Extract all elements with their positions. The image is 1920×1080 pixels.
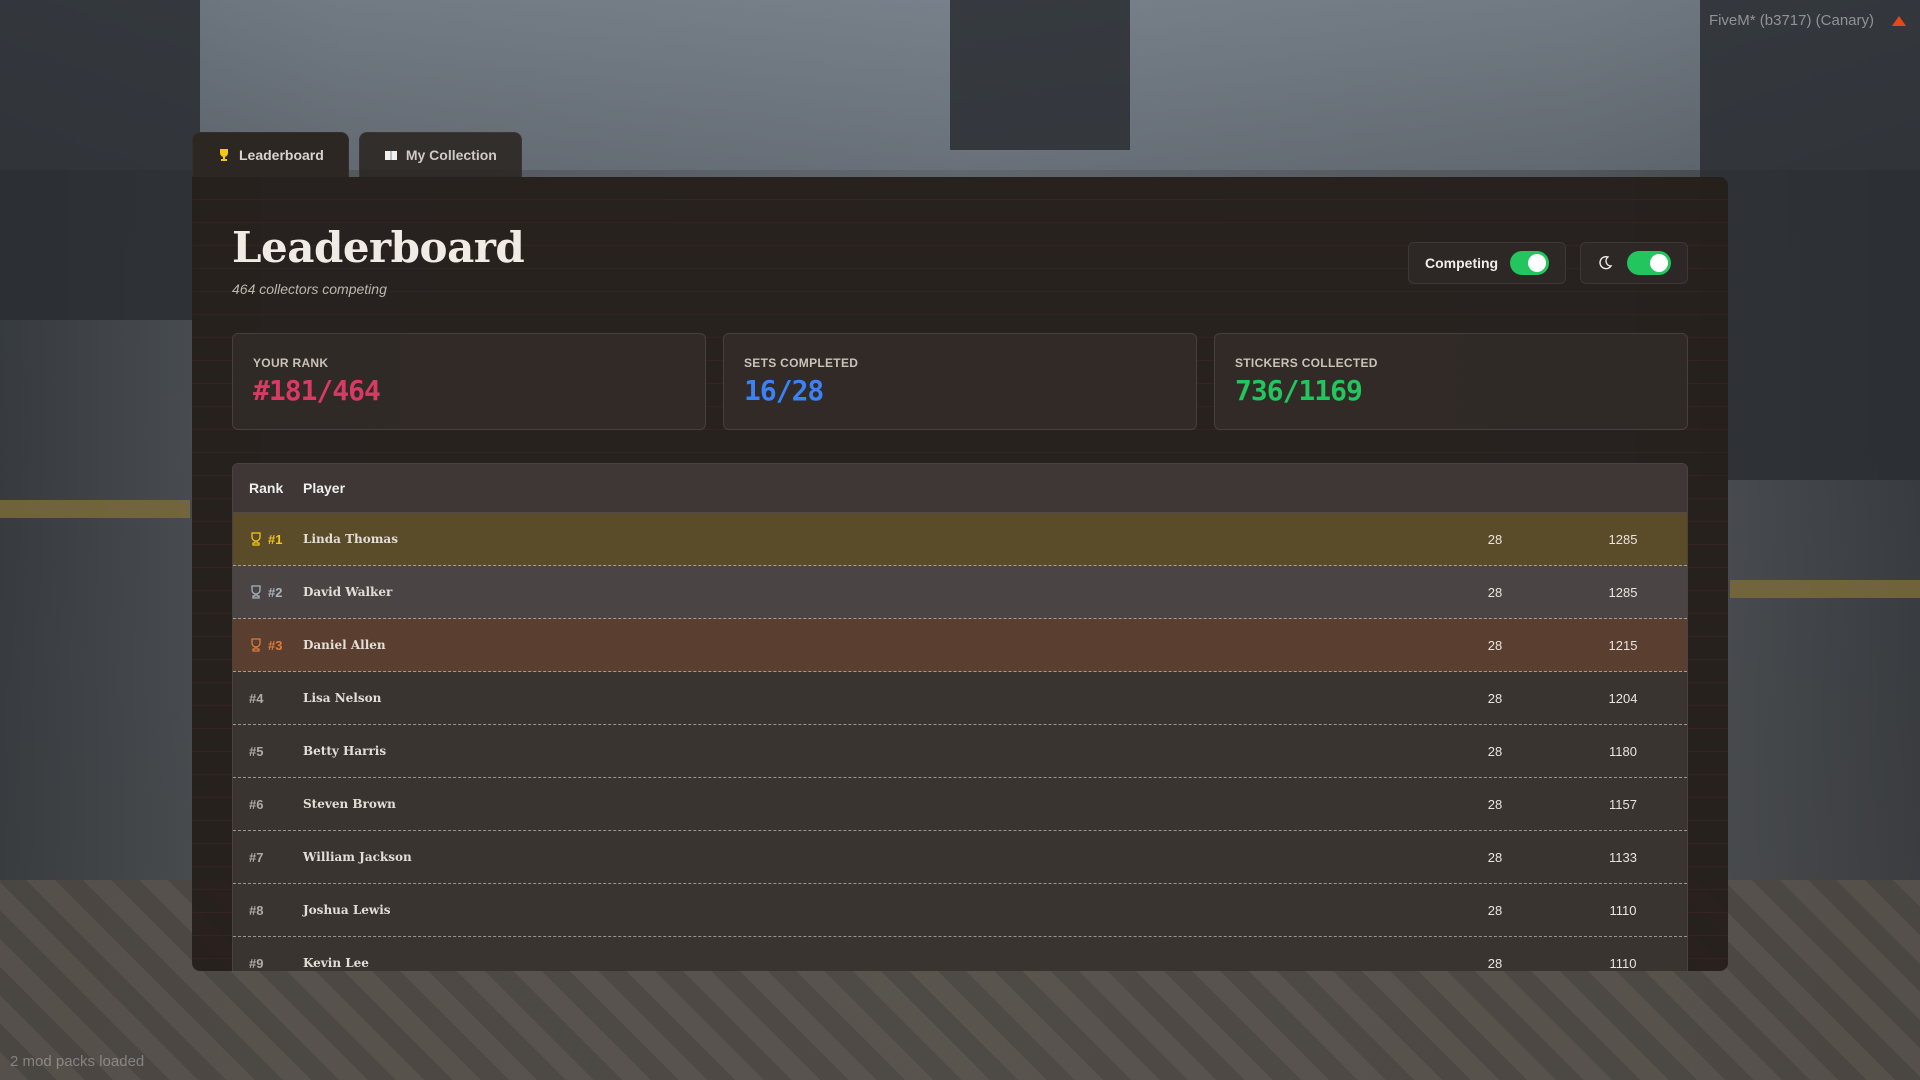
rank-cell: #3 [233,638,303,653]
table-row[interactable]: #9 Kevin Lee 28 1110 [233,937,1687,971]
player-name: Steven Brown [303,797,396,811]
railing-right [1730,580,1920,598]
tab-my-collection-label: My Collection [405,147,497,163]
rank-cell: #8 [233,903,303,918]
competing-toggle[interactable] [1510,251,1549,275]
player-name: Betty Harris [303,744,387,758]
rank-cell: #6 [233,797,303,812]
rank-label: #5 [249,743,264,759]
table-row[interactable]: #3 Daniel Allen 28 1215 [233,619,1687,672]
your-rank-card: YOUR RANK #181/464 [232,333,706,430]
tab-my-collection[interactable]: My Collection [358,132,522,177]
sets-completed-card: SETS COMPLETED 16/28 [723,333,1197,430]
player-name: William Jackson [303,850,412,864]
rank-label: #1 [268,531,283,547]
trophy-icon [220,149,228,161]
gold-trophy-icon [251,532,261,546]
book-icon [384,151,397,160]
rank-label: #4 [249,690,264,706]
rank-cell: #1 [233,532,303,547]
tab-bar: Leaderboard My Collection [192,132,522,177]
sets-value: 28 [1487,690,1503,706]
player-name: Linda Thomas [303,532,398,546]
player-name: Lisa Nelson [303,691,382,705]
stickers-value: 1215 [1608,637,1638,653]
stickers-value: 1285 [1608,531,1638,547]
your-rank-label: YOUR RANK [253,356,329,370]
table-row[interactable]: #5 Betty Harris 28 1180 [233,725,1687,778]
table-header: Rank Player [233,464,1687,513]
rank-label: #8 [249,902,264,918]
stickers-value: 1204 [1608,690,1638,706]
table-row[interactable]: #2 David Walker 28 1285 [233,566,1687,619]
stickers-value: 1180 [1609,743,1637,759]
bronze-trophy-icon [251,638,261,652]
rank-label: #6 [249,796,264,812]
dark-mode-toggle[interactable] [1627,251,1671,275]
fivem-logo-icon [1892,16,1906,26]
competing-control: Competing [1408,242,1566,284]
page-title: Leaderboard [232,223,525,272]
sets-value: 28 [1487,902,1503,918]
table-row[interactable]: #8 Joshua Lewis 28 1110 [233,884,1687,937]
table-body: #1 Linda Thomas 28 1285 #2 David Walker 28 1285… [233,513,1687,971]
player-name: Joshua Lewis [303,903,391,917]
rank-cell: #2 [233,585,303,600]
leaderboard-panel: Leaderboard 464 collectors competing Com… [192,177,1728,971]
sets-value: 28 [1487,637,1503,653]
table-row[interactable]: #7 William Jackson 28 1133 [233,831,1687,884]
moon-icon [1599,255,1613,270]
sets-completed-label: SETS COMPLETED [744,356,859,370]
tab-leaderboard-label: Leaderboard [239,147,324,163]
player-name: David Walker [303,585,393,599]
table-row[interactable]: #4 Lisa Nelson 28 1204 [233,672,1687,725]
fivem-watermark: FiveM* (b3717) (Canary) [1708,12,1874,29]
silver-trophy-icon [251,585,261,599]
building-right [1700,0,1920,480]
sets-value: 28 [1487,743,1503,759]
rank-cell: #9 [233,956,303,971]
railing-left [0,500,190,518]
rank-label: #9 [249,955,264,971]
rank-label: #7 [249,849,264,865]
tab-leaderboard[interactable]: Leaderboard [192,132,349,177]
building-center [950,0,1130,150]
stickers-collected-card: STICKERS COLLECTED 736/1169 [1214,333,1688,430]
sets-value: 28 [1487,796,1503,812]
sets-value: 28 [1487,955,1503,971]
stickers-collected-value: 736/1169 [1235,374,1363,407]
table-row[interactable]: #6 Steven Brown 28 1157 [233,778,1687,831]
header-player[interactable]: Player [303,480,1431,496]
sets-value: 28 [1487,584,1503,600]
mod-packs-status: 2 mod packs loaded [10,1053,145,1070]
sets-value: 28 [1487,849,1503,865]
collectors-count: 464 collectors competing [232,281,387,297]
competing-label: Competing [1425,255,1499,271]
stickers-value: 1285 [1608,584,1638,600]
theme-control [1580,242,1688,284]
rank-cell: #4 [233,691,303,706]
rank-cell: #7 [233,850,303,865]
stickers-collected-label: STICKERS COLLECTED [1235,356,1378,370]
sets-value: 28 [1487,531,1503,547]
sets-completed-value: 16/28 [744,374,824,407]
player-name: Kevin Lee [303,956,369,970]
rank-label: #3 [268,637,283,653]
rank-cell: #5 [233,744,303,759]
leaderboard-table: Rank Player #1 Linda Thomas 28 1285 #2 David … [232,463,1688,971]
table-row[interactable]: #1 Linda Thomas 28 1285 [233,513,1687,566]
stickers-value: 1110 [1609,955,1637,971]
stickers-value: 1133 [1609,849,1637,865]
player-name: Daniel Allen [303,638,386,652]
stickers-value: 1157 [1609,796,1637,812]
your-rank-value: #181/464 [253,374,381,407]
building-left [0,0,200,320]
stickers-value: 1110 [1609,902,1637,918]
header-rank[interactable]: Rank [233,480,303,496]
rank-label: #2 [268,584,283,600]
